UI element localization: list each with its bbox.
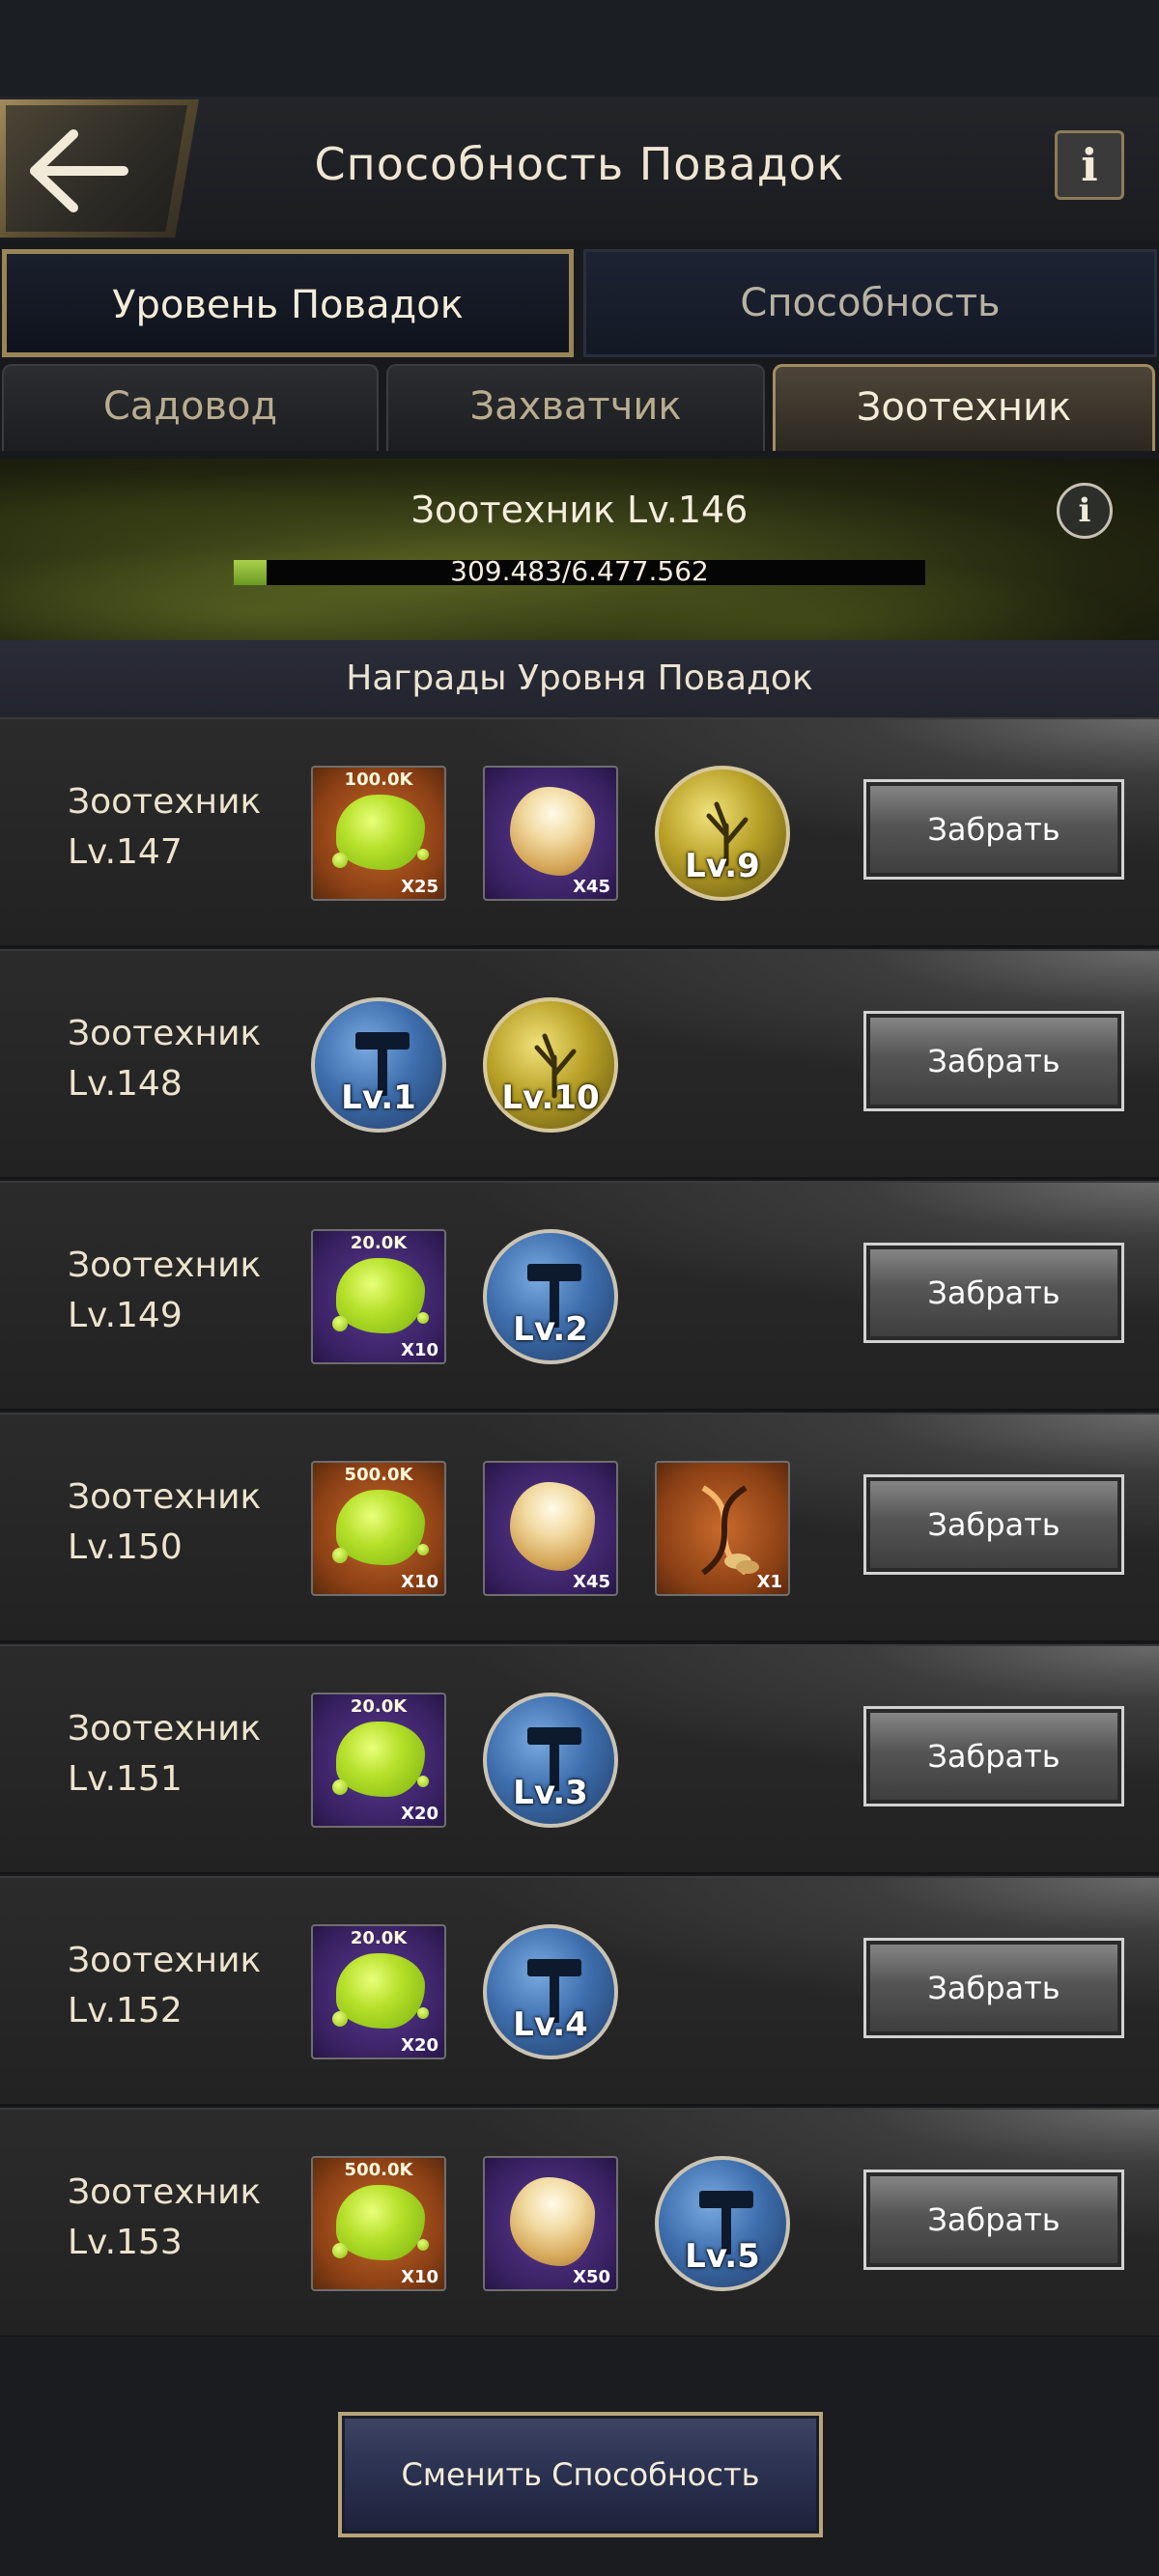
reward-level-label: Lv.1 [341, 1078, 416, 1117]
slime-resource-reward[interactable]: 100.0K X25 [311, 766, 446, 901]
level-info-button[interactable]: i [1057, 483, 1113, 539]
slime-drop [417, 849, 429, 860]
reward-level-label: Lv.4 [513, 2005, 588, 2044]
slime-resource-reward[interactable]: 500.0K X10 [311, 2156, 446, 2291]
skill-boost-reward[interactable]: Lv.9 [655, 766, 790, 901]
info-button[interactable]: i [1055, 130, 1124, 200]
reward-quantity: X25 [401, 877, 438, 897]
shell-icon [510, 1482, 595, 1571]
slime-icon [336, 1722, 425, 1797]
current-level-title: Зоотехник Lv.146 [410, 489, 749, 531]
reward-level-label: Lv.5 [685, 2237, 760, 2276]
slime-resource-reward[interactable]: 20.0K X20 [311, 1924, 446, 2059]
slime-icon [336, 795, 425, 870]
row-role-name: Зоотехник [68, 1709, 262, 1749]
row-level: Lv.149 [68, 1296, 183, 1335]
shell-icon [510, 787, 595, 876]
reward-level-label: Lv.10 [501, 1078, 600, 1117]
row-level: Lv.153 [68, 2223, 183, 2262]
reward-level-label: Lv.3 [513, 1774, 588, 1812]
slime-drop [332, 2243, 348, 2258]
row-level: Lv.150 [68, 1527, 183, 1567]
reward-level-label: Lv.9 [685, 847, 760, 885]
reward-quantity: X10 [401, 1572, 438, 1592]
reward-amount-label: 20.0K [350, 1233, 408, 1253]
reward-quantity: X45 [573, 1572, 610, 1592]
row-level: Lv.148 [68, 1064, 183, 1104]
tool-upgrade-reward[interactable]: Lv.2 [483, 1229, 618, 1364]
shell-item-reward[interactable]: X45 [483, 766, 618, 901]
reward-amount-label: 20.0K [350, 1928, 408, 1948]
row-role-name: Зоотехник [68, 1477, 262, 1517]
claim-button[interactable]: Забрать [863, 2170, 1124, 2270]
reward-amount-label: 100.0K [344, 770, 413, 790]
xp-progress-text: 309.483/6.477.562 [450, 555, 709, 587]
arrow-left-icon [30, 129, 128, 212]
reward-quantity: X50 [573, 2267, 610, 2287]
claim-button[interactable]: Забрать [863, 1938, 1124, 2038]
claim-button[interactable]: Забрать [863, 1706, 1124, 1806]
slime-drop [417, 2007, 429, 2019]
slime-resource-reward[interactable]: 20.0K X10 [311, 1229, 446, 1364]
shell-item-reward[interactable]: X45 [483, 1461, 618, 1596]
slime-resource-reward[interactable]: 500.0K X10 [311, 1461, 446, 1596]
claim-button[interactable]: Забрать [863, 1243, 1124, 1343]
subtab-gardener[interactable]: Садовод [2, 364, 379, 451]
slime-drop [417, 1544, 429, 1555]
reward-amount-label: 500.0K [344, 1465, 413, 1485]
slime-icon [336, 2185, 425, 2260]
row-level: Lv.147 [68, 832, 183, 872]
slime-icon [336, 1258, 425, 1333]
row-role-name: Зоотехник [68, 1014, 262, 1053]
status-bar [0, 0, 1159, 97]
dna-icon [701, 1485, 759, 1576]
slime-icon [336, 1490, 425, 1565]
reward-quantity: X1 [756, 1572, 782, 1592]
dna-item-reward[interactable]: X1 [655, 1461, 790, 1596]
tool-upgrade-reward[interactable]: Lv.1 [311, 997, 446, 1133]
slime-drop [332, 1316, 348, 1331]
claim-button[interactable]: Забрать [863, 779, 1124, 880]
slime-drop [417, 2239, 429, 2251]
row-level: Lv.152 [68, 1991, 183, 2030]
reward-quantity: X10 [401, 2267, 438, 2287]
slime-drop [332, 1548, 348, 1563]
slime-drop [417, 1312, 429, 1324]
shell-item-reward[interactable]: X50 [483, 2156, 618, 2291]
tab-habit-level[interactable]: Уровень Повадок [2, 249, 574, 357]
reward-amount-label: 20.0K [350, 1696, 408, 1717]
reward-amount-label: 500.0K [344, 2160, 413, 2180]
row-role-name: Зоотехник [68, 1941, 262, 1980]
back-button-face[interactable] [6, 105, 187, 232]
shell-icon [510, 2177, 595, 2266]
reward-quantity: X20 [401, 2035, 438, 2056]
row-role-name: Зоотехник [68, 2172, 262, 2212]
slime-icon [336, 1953, 425, 2029]
row-role-name: Зоотехник [68, 1246, 262, 1285]
reward-level-label: Lv.2 [513, 1310, 588, 1349]
subtab-zootechnician[interactable]: Зоотехник [773, 364, 1155, 451]
claim-button[interactable]: Забрать [863, 1474, 1124, 1575]
switch-ability-button[interactable]: Сменить Способность [338, 2412, 823, 2537]
tool-upgrade-reward[interactable]: Lv.4 [483, 1924, 618, 2059]
reward-quantity: X10 [401, 1340, 438, 1360]
tool-upgrade-reward[interactable]: Lv.3 [483, 1693, 618, 1828]
reward-quantity: X20 [401, 1804, 438, 1824]
tool-upgrade-reward[interactable]: Lv.5 [655, 2156, 790, 2291]
slime-drop [332, 2011, 348, 2027]
skill-boost-reward[interactable]: Lv.10 [483, 997, 618, 1133]
slime-resource-reward[interactable]: 20.0K X20 [311, 1693, 446, 1828]
rewards-section-header: Награды Уровня Повадок [0, 640, 1159, 717]
row-role-name: Зоотехник [68, 782, 262, 822]
reward-quantity: X45 [573, 877, 610, 897]
slime-drop [332, 853, 348, 868]
tab-ability[interactable]: Способность [583, 249, 1157, 357]
claim-button[interactable]: Забрать [863, 1011, 1124, 1111]
slime-drop [332, 1779, 348, 1795]
slime-drop [417, 1776, 429, 1787]
page-title: Способность Повадок [314, 138, 845, 190]
row-level: Lv.151 [68, 1759, 183, 1799]
subtab-invader[interactable]: Захватчик [386, 364, 765, 451]
